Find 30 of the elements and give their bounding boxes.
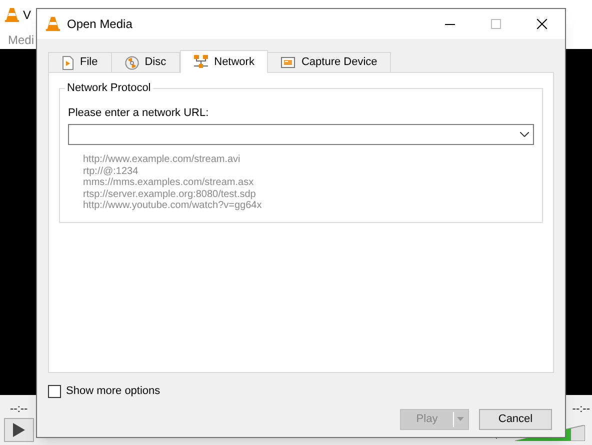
window-title: V <box>23 7 32 24</box>
url-combo-box[interactable] <box>68 124 534 145</box>
tab[interactable]: Network <box>180 50 268 73</box>
example-url: http://www.youtube.com/watch?v=gg64x <box>83 200 262 212</box>
menu-item[interactable]: Medi <box>8 30 34 48</box>
total-time: --:-- <box>572 402 590 417</box>
cone-icon <box>45 16 61 32</box>
close-icon <box>537 19 547 29</box>
tab[interactable]: Capture Device <box>267 52 392 72</box>
example-url: mms://mms.examples.com/stream.asx <box>83 177 254 189</box>
elapsed-time: --:-- <box>10 402 28 417</box>
push-button[interactable]: Cancel <box>479 408 552 430</box>
example-url: rtp://@:1234 <box>83 166 138 178</box>
document-icon <box>62 56 74 70</box>
capture-card-icon <box>281 56 296 69</box>
chevron-icon <box>520 132 529 137</box>
example-url: rtsp://server.example.org:8080/test.sdp <box>83 188 256 200</box>
dialog-title: Open Media <box>67 16 132 33</box>
checkbox-label[interactable]: Show more options <box>66 383 160 400</box>
disc-icon <box>124 56 139 70</box>
tab[interactable]: File <box>48 52 112 72</box>
url-prompt: Please enter a network URL: <box>68 106 210 120</box>
tab[interactable]: Disc <box>110 52 180 72</box>
checkbox[interactable] <box>48 384 61 398</box>
example-url: http://www.example.com/stream.avi <box>83 154 240 166</box>
maximize-icon <box>491 19 501 29</box>
cone-icon <box>4 7 20 23</box>
play-button[interactable] <box>4 418 34 442</box>
play-icon <box>13 423 25 437</box>
network-icon <box>194 55 208 69</box>
